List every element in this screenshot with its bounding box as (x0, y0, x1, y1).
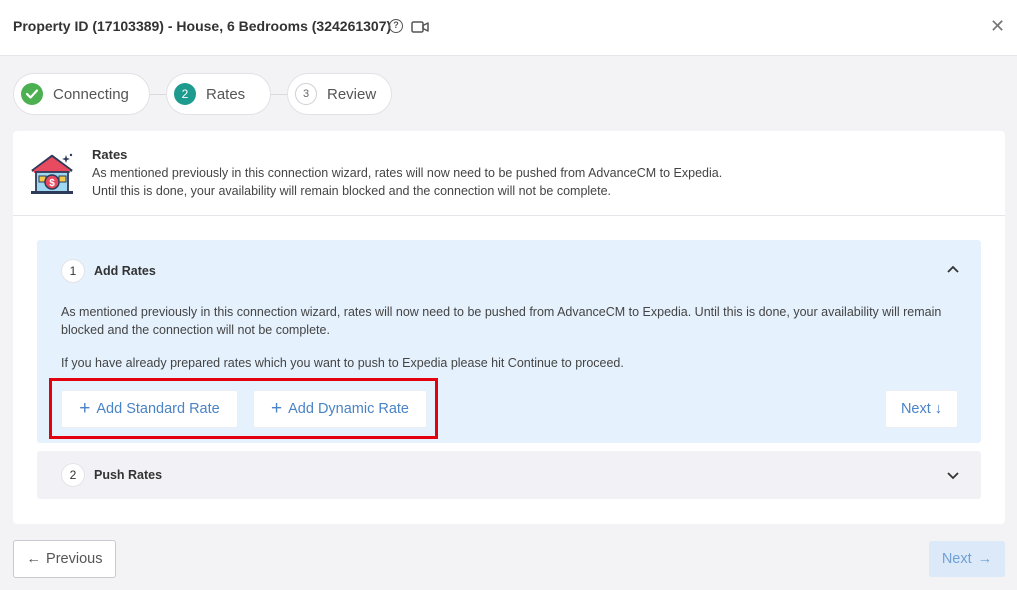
step-review[interactable]: 3 Review (287, 73, 392, 115)
svg-text:$: $ (49, 178, 55, 189)
button-label: Add Dynamic Rate (288, 401, 409, 417)
step-connector (271, 94, 287, 95)
video-camera-icon[interactable] (411, 20, 429, 39)
question-circle-icon[interactable]: ? (389, 19, 403, 33)
section-title: Push Rates (94, 468, 163, 482)
description-line: As mentioned previously in this connecti… (92, 166, 723, 180)
step-number: 2 (174, 83, 196, 105)
page-title: Property ID (17103389) - House, 6 Bedroo… (13, 18, 392, 34)
step-connector (150, 94, 166, 95)
rates-description: As mentioned previously in this connecti… (92, 164, 892, 200)
button-label: Next (941, 551, 972, 567)
step-number: 3 (295, 83, 317, 105)
step-rates[interactable]: 2 Rates (166, 73, 271, 115)
plus-icon: + (271, 398, 283, 419)
add-dynamic-rate-button[interactable]: + Add Dynamic Rate (253, 390, 427, 428)
button-label: Previous (46, 551, 103, 567)
button-label: Next (900, 401, 931, 417)
add-standard-rate-button[interactable]: + Add Standard Rate (61, 390, 238, 428)
plus-icon: + (79, 398, 91, 419)
step-label: Rates (206, 85, 246, 103)
section-next-button[interactable]: Next ↓ (885, 390, 958, 428)
next-button[interactable]: Next → (929, 541, 1005, 577)
section-paragraph: As mentioned previously in this connecti… (61, 305, 942, 337)
step-label: Review (327, 85, 377, 103)
step-label: Connecting (53, 85, 129, 103)
arrow-down-icon: ↓ (934, 401, 943, 417)
description-line: Until this is done, your availability wi… (92, 184, 612, 198)
rates-title: Rates (92, 147, 128, 162)
house-money-icon: $ (28, 151, 76, 200)
check-icon (21, 83, 43, 105)
section-paragraph: If you have already prepared rates which… (61, 356, 624, 370)
previous-button[interactable]: ← Previous (13, 540, 116, 578)
chevron-up-icon[interactable] (947, 260, 959, 276)
rates-card: $ Rates As mentioned previously in this … (13, 131, 1005, 524)
rates-intro: $ Rates As mentioned previously in this … (13, 131, 1005, 216)
chevron-down-icon[interactable] (947, 467, 959, 483)
add-rates-section: 1 Add Rates As mentioned previously in t… (37, 240, 981, 443)
modal-header: Property ID (17103389) - House, 6 Bedroo… (0, 0, 1017, 56)
section-title[interactable]: Add Rates (94, 264, 156, 278)
arrow-left-icon: ← (26, 551, 42, 567)
arrow-right-icon: → (977, 551, 993, 567)
section-number: 2 (61, 463, 85, 487)
push-rates-section[interactable]: 2 Push Rates (37, 451, 981, 499)
close-icon[interactable]: ✕ (990, 16, 1005, 36)
step-connecting[interactable]: Connecting (13, 73, 150, 115)
button-label: Add Standard Rate (96, 401, 220, 417)
section-number: 1 (61, 259, 85, 283)
